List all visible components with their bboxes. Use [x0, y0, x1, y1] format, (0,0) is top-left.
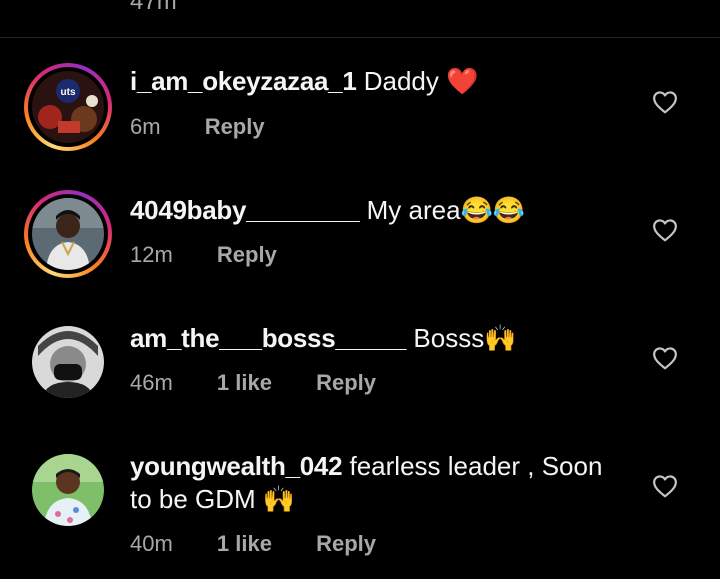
comment-text: My area😂😂 [366, 195, 526, 225]
avatar-story-ring[interactable]: uts [24, 63, 112, 151]
comment-text: Daddy [363, 66, 439, 96]
svg-text:uts: uts [61, 87, 76, 98]
previous-comment-time: 47m [130, 0, 177, 15]
comment-time: 12m [130, 242, 173, 267]
reply-button[interactable]: Reply [316, 370, 376, 395]
comment-time: 46m [130, 370, 173, 395]
comment-text: Bosss🙌 [413, 323, 517, 353]
comment-time: 6m [130, 114, 161, 139]
likes-count[interactable]: 1 like [217, 370, 272, 395]
reply-button[interactable]: Reply [316, 531, 376, 556]
comment-username[interactable]: am_the___bosss_____ [130, 323, 406, 353]
red-heart-emoji: ❤️ [446, 66, 479, 96]
comment-time: 40m [130, 531, 173, 556]
comment-username[interactable]: 4049baby________ [130, 195, 360, 225]
heart-outline-icon[interactable] [652, 346, 678, 370]
avatar: uts [32, 71, 104, 143]
heart-outline-icon[interactable] [652, 90, 678, 114]
comment-username[interactable]: i_am_okeyzazaa_1 [130, 66, 357, 96]
heart-outline-icon[interactable] [652, 218, 678, 242]
reply-button[interactable]: Reply [205, 114, 265, 139]
divider [0, 37, 720, 38]
likes-count[interactable]: 1 like [217, 531, 272, 556]
avatar[interactable] [32, 454, 104, 526]
avatar [32, 198, 104, 270]
reply-button[interactable]: Reply [217, 242, 277, 267]
avatar-story-ring[interactable] [24, 190, 112, 278]
avatar[interactable] [32, 326, 104, 398]
heart-outline-icon[interactable] [652, 474, 678, 498]
comment-username[interactable]: youngwealth_042 [130, 451, 343, 481]
